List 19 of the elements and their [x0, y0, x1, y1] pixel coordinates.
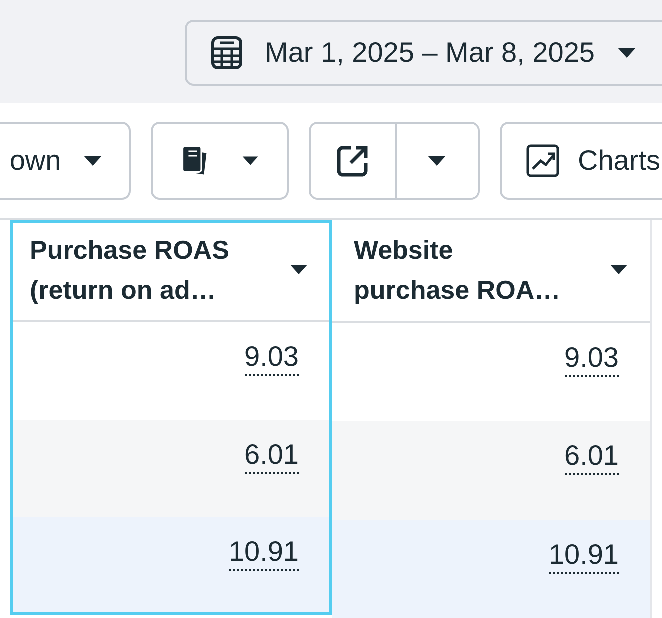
caret-icon [427, 155, 448, 167]
export-icon [336, 145, 369, 177]
table-cell: 10.91 [548, 538, 619, 574]
caret-icon [616, 47, 637, 59]
caret-icon [242, 155, 260, 167]
caret-icon [83, 155, 104, 167]
table-cell: 6.01 [564, 439, 619, 476]
sort-caret-icon [290, 264, 308, 276]
breakdown-dropdown[interactable]: own [0, 122, 132, 200]
line-chart-icon [526, 144, 560, 178]
date-range-button[interactable]: Mar 1, 2025 – Mar 8, 2025 [185, 20, 662, 86]
sort-caret-icon [610, 264, 628, 276]
calendar-icon [211, 36, 243, 70]
charts-button[interactable]: Charts [500, 122, 662, 200]
table-cell: 9.03 [564, 340, 619, 377]
table-cell: 6.01 [244, 438, 299, 474]
reports-dropdown[interactable] [151, 122, 290, 200]
table-cell: 9.03 [244, 340, 299, 376]
table-cell: 10.91 [228, 535, 299, 572]
